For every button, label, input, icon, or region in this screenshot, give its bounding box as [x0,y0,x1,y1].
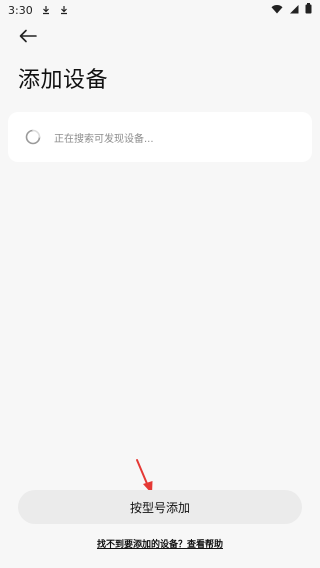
battery-icon [305,3,312,17]
download-icon [59,5,69,15]
device-search-card: 正在搜索可发现设备... [8,112,312,162]
help-link[interactable]: 找不到要添加的设备？查看帮助 [0,537,320,550]
signal-icon [289,4,299,17]
status-bar: 3:30 [0,0,320,20]
back-button[interactable] [14,26,42,48]
download-icon [41,5,51,15]
status-time: 3:30 [8,3,33,17]
page-title: 添加设备 [18,68,109,93]
wifi-icon [271,4,283,17]
back-arrow-icon [19,28,37,47]
add-by-model-button[interactable]: 按型号添加 [18,490,302,524]
search-status-text: 正在搜索可发现设备... [54,133,154,145]
loading-spinner-icon [24,128,42,146]
